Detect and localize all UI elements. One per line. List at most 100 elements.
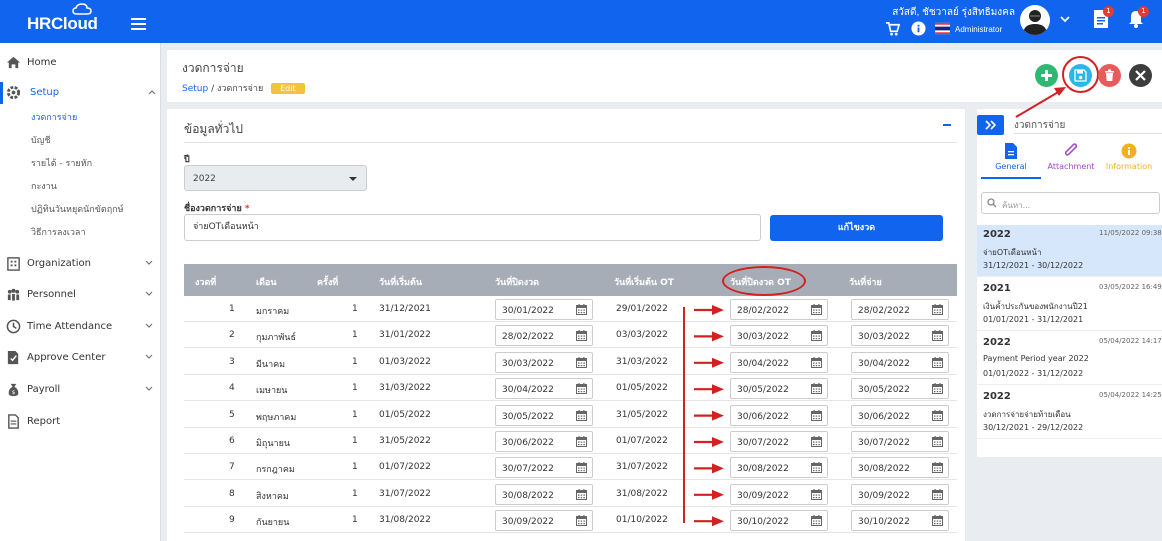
calendar-icon[interactable]: [932, 409, 943, 421]
calendar-icon[interactable]: [932, 383, 943, 395]
sidebar-item-report[interactable]: Report: [0, 411, 160, 433]
panel-divider: [1014, 133, 1162, 134]
search-input[interactable]: ค้นหา...: [981, 192, 1160, 214]
close-date-input[interactable]: 28/02/2022: [495, 325, 593, 347]
cell-period-no: 9: [229, 515, 235, 526]
ot-close-date-input[interactable]: 30/09/2022: [730, 483, 828, 505]
pay-date-input[interactable]: 30/03/2022: [851, 325, 949, 347]
sidebar-item-payroll[interactable]: $ Payroll: [0, 379, 160, 401]
close-date-input[interactable]: 30/03/2022: [495, 351, 593, 373]
ot-close-date-input[interactable]: 30/06/2022: [730, 404, 828, 426]
close-date-input[interactable]: 30/09/2022: [495, 510, 593, 532]
calendar-icon[interactable]: [576, 488, 587, 500]
ot-close-date-input[interactable]: 30/10/2022: [730, 510, 828, 532]
calendar-icon[interactable]: [811, 304, 822, 315]
file-icon: [1005, 143, 1017, 159]
ot-close-date-input[interactable]: 30/05/2022: [730, 378, 828, 400]
sidebar-subitem-time-method[interactable]: วิธีการลงเวลา: [31, 225, 86, 239]
close-date-input[interactable]: 30/04/2022: [495, 378, 593, 400]
calendar-icon[interactable]: [932, 515, 943, 527]
pay-date-input[interactable]: 30/04/2022: [851, 351, 949, 373]
ot-close-date-input[interactable]: 30/08/2022: [730, 457, 828, 479]
sidebar-item-personnel[interactable]: Personnel: [0, 284, 160, 306]
pay-date-input[interactable]: 30/07/2022: [851, 431, 949, 452]
calendar-icon[interactable]: [811, 409, 822, 421]
list-item[interactable]: 2022 11/05/2022 09:38 จ่ายOTเดือนหน้า 31/12…: [977, 225, 1162, 277]
notifications-button[interactable]: 1: [1128, 6, 1149, 29]
list-item[interactable]: 2021 03/05/2022 16:49 เงินค้ำประกันของพนัก…: [977, 279, 1162, 331]
calendar-icon[interactable]: [576, 356, 587, 368]
sidebar-item-time-attendance[interactable]: Time Attendance: [0, 316, 160, 338]
breadcrumb-setup-link[interactable]: Setup: [182, 84, 208, 94]
sidebar-subitem-account[interactable]: บัญชี: [31, 133, 51, 147]
table-row: 2 กุมภาพันธ์ 1 31/01/2022 28/02/2022 03/03/20…: [184, 322, 957, 349]
item-timestamp: 05/04/2022 14:17: [1099, 337, 1162, 345]
tab-information[interactable]: Information: [1099, 142, 1159, 171]
calendar-icon[interactable]: [576, 304, 587, 315]
calendar-icon[interactable]: [811, 356, 822, 368]
sidebar-item-approve-center[interactable]: Approve Center: [0, 347, 160, 369]
pay-date-input[interactable]: 30/06/2022: [851, 404, 949, 426]
thailand-flag-icon[interactable]: [935, 21, 950, 36]
close-date-input[interactable]: 30/05/2022: [495, 404, 593, 426]
ot-close-date-input[interactable]: 30/04/2022: [730, 351, 828, 373]
sidebar-item-organization[interactable]: Organization: [0, 253, 160, 275]
collapse-button[interactable]: [943, 124, 951, 126]
sidebar-item-home[interactable]: Home: [0, 52, 160, 74]
calendar-icon[interactable]: [811, 436, 822, 447]
ot-close-date-input[interactable]: 30/03/2022: [730, 325, 828, 347]
calendar-icon[interactable]: [811, 515, 822, 527]
close-date-input[interactable]: 30/01/2022: [495, 299, 593, 320]
pay-date-input[interactable]: 30/05/2022: [851, 378, 949, 400]
ot-close-date-input[interactable]: 30/07/2022: [730, 431, 828, 452]
calendar-icon[interactable]: [576, 383, 587, 395]
close-button[interactable]: [1129, 64, 1152, 87]
documents-button[interactable]: 1: [1093, 6, 1114, 29]
list-item[interactable]: 2022 05/04/2022 14:25 งวดการจ่ายจ่ายท้ายเด…: [977, 387, 1162, 439]
calendar-icon[interactable]: [932, 356, 943, 368]
ot-close-date-input[interactable]: 28/02/2022: [730, 299, 828, 320]
sidebar-subitem-holiday-calendar[interactable]: ปฏิทินวันหยุดนักขัตฤกษ์: [31, 202, 124, 216]
calendar-icon[interactable]: [932, 462, 943, 474]
tab-attachment[interactable]: Attachment: [1041, 142, 1101, 171]
chevron-down-icon[interactable]: [1059, 14, 1071, 24]
sidebar-subitem-income-deduction[interactable]: รายได้ - รายหัก: [31, 156, 92, 170]
add-button[interactable]: [1035, 64, 1058, 87]
sidebar-subitem-pay-period[interactable]: งวดการจ่าย: [31, 110, 77, 124]
year-select[interactable]: 2022: [184, 165, 367, 191]
date-value: 30/05/2022: [858, 385, 910, 396]
tab-general[interactable]: General: [981, 142, 1041, 171]
calendar-icon[interactable]: [576, 462, 587, 474]
cart-icon[interactable]: [885, 21, 900, 36]
calendar-icon[interactable]: [576, 436, 587, 447]
close-date-input[interactable]: 30/08/2022: [495, 483, 593, 505]
menu-toggle-button[interactable]: [131, 18, 146, 31]
avatar[interactable]: [1020, 5, 1050, 35]
expand-panel-button[interactable]: [977, 115, 1004, 135]
close-date-input[interactable]: 30/06/2022: [495, 431, 593, 452]
period-name-input[interactable]: จ่ายOTเดือนหน้า: [184, 214, 761, 241]
calendar-icon[interactable]: [932, 488, 943, 500]
app-logo[interactable]: HRCloud: [27, 14, 98, 34]
close-date-input[interactable]: 30/07/2022: [495, 457, 593, 479]
calendar-icon[interactable]: [811, 462, 822, 474]
calendar-icon[interactable]: [811, 488, 822, 500]
sidebar-subitem-shift[interactable]: กะงาน: [31, 179, 57, 193]
calendar-icon[interactable]: [576, 409, 587, 421]
info-icon[interactable]: [911, 21, 926, 36]
list-item[interactable]: 2022 05/04/2022 14:17 Payment Period year …: [977, 333, 1162, 385]
pay-date-input[interactable]: 30/10/2022: [851, 510, 949, 532]
calendar-icon[interactable]: [932, 304, 943, 315]
calendar-icon[interactable]: [932, 330, 943, 342]
edit-period-button[interactable]: แก้ไขงวด: [770, 215, 943, 241]
pay-date-input[interactable]: 28/02/2022: [851, 299, 949, 320]
calendar-icon[interactable]: [932, 436, 943, 447]
sidebar-item-setup[interactable]: Setup: [0, 82, 160, 104]
calendar-icon[interactable]: [811, 383, 822, 395]
calendar-icon[interactable]: [811, 330, 822, 342]
calendar-icon[interactable]: [576, 515, 587, 527]
calendar-icon[interactable]: [576, 330, 587, 342]
pay-date-input[interactable]: 30/09/2022: [851, 483, 949, 505]
delete-button[interactable]: [1098, 64, 1121, 87]
pay-date-input[interactable]: 30/08/2022: [851, 457, 949, 479]
